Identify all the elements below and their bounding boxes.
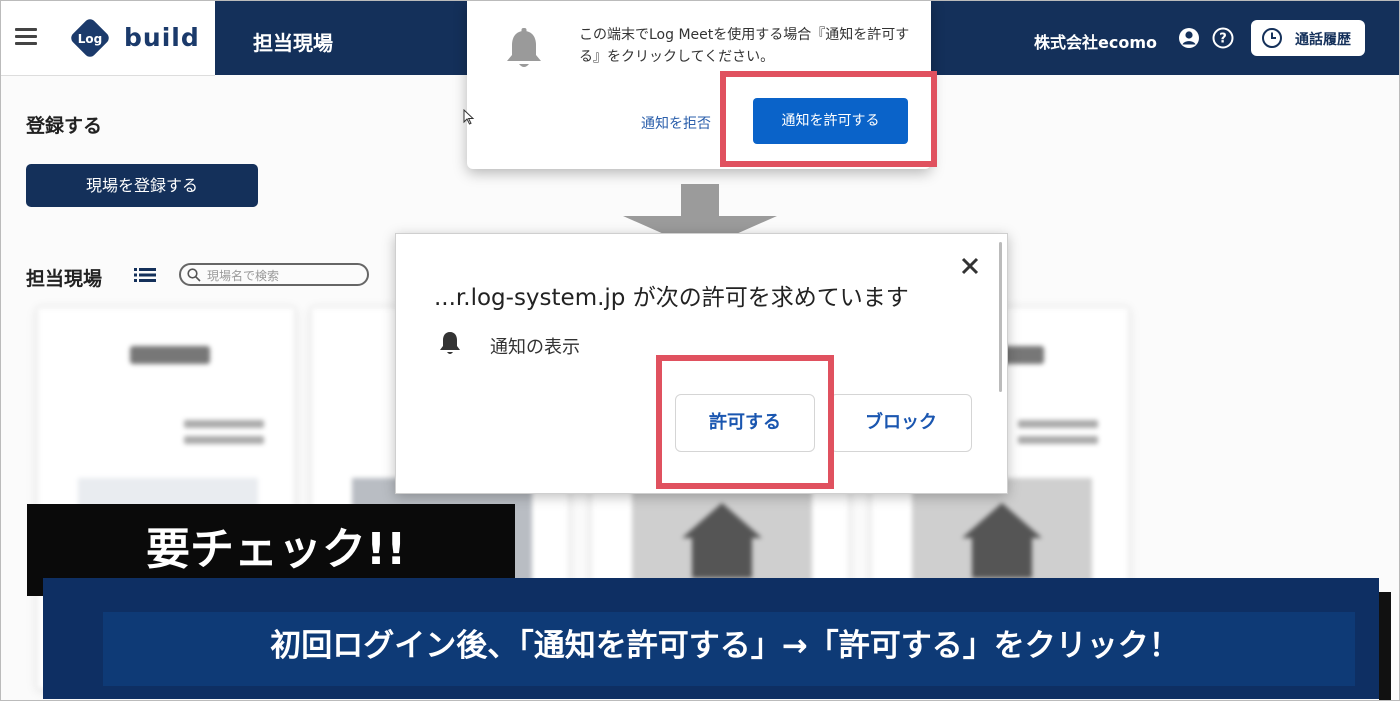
list-view-icon[interactable]: [134, 265, 156, 285]
call-history-button[interactable]: 通話履歴: [1251, 20, 1365, 56]
clock-icon: [1262, 28, 1282, 48]
svg-text:Log: Log: [78, 32, 102, 46]
page-title: 担当現場: [253, 31, 333, 55]
site-search-input[interactable]: 現場名で検索: [179, 263, 369, 286]
scrollbar[interactable]: [999, 242, 1002, 392]
user-icon[interactable]: [1178, 27, 1200, 49]
register-heading: 登録する: [26, 115, 103, 137]
help-icon[interactable]: ?: [1212, 27, 1234, 49]
deny-notifications-button[interactable]: 通知を拒否: [641, 113, 711, 133]
company-name: 株式会社ecomo: [1034, 33, 1157, 52]
bell-icon: [507, 28, 541, 67]
svg-text:?: ?: [1219, 32, 1227, 47]
assigned-sites-heading: 担当現場: [26, 268, 103, 290]
highlight-box: [656, 355, 834, 489]
search-placeholder: 現場名で検索: [207, 269, 280, 283]
logo-area: Log build: [1, 1, 215, 76]
bell-icon: [440, 332, 460, 354]
block-button[interactable]: ブロック: [830, 394, 972, 452]
mouse-cursor-icon: [463, 109, 475, 125]
search-icon: [187, 268, 201, 282]
prompt-title: ...r.log-system.jp が次の許可を求めています: [434, 285, 909, 311]
app-screen: Log build 担当現場 株式会社ecomo ? 通話履歴 登録する 現場を…: [0, 0, 1400, 701]
house-placeholder-icon: [682, 503, 762, 578]
permission-label: 通知の表示: [490, 337, 580, 358]
instruction-caption: 初回ログイン後、「通知を許可する」→「許可する」をクリック！: [270, 628, 1180, 664]
call-history-label: 通話履歴: [1295, 32, 1351, 48]
house-placeholder-icon: [962, 503, 1042, 578]
dialog-message: この端末でLog Meetを使用する場合『通知を許可する』をクリックしてください…: [579, 27, 910, 65]
log-logo-icon[interactable]: Log: [67, 15, 113, 61]
register-site-button[interactable]: 現場を登録する: [26, 164, 258, 207]
highlight-box: [720, 71, 937, 167]
logo-text: build: [124, 23, 200, 52]
check-caption: 要チェック!!: [146, 524, 407, 575]
hamburger-menu-icon[interactable]: [15, 28, 37, 46]
close-icon[interactable]: [958, 254, 982, 278]
